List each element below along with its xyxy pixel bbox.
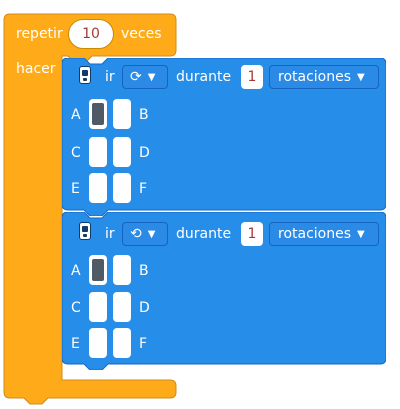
unit-label: rotaciones — [278, 69, 352, 85]
verb-label: ir — [105, 69, 115, 85]
port-c-toggle[interactable] — [89, 137, 107, 167]
port-a-toggle[interactable] — [89, 99, 107, 129]
port-f-toggle[interactable] — [113, 328, 131, 358]
port-e-toggle[interactable] — [89, 328, 107, 358]
amount-input[interactable]: 1 — [241, 65, 263, 89]
hub-icon — [79, 222, 91, 240]
unit-dropdown[interactable]: rotaciones ▼ — [269, 65, 379, 89]
motor-run-block-2[interactable]: ir ⟲ ▼ durante 1 rotaciones ▼ A B C D E … — [62, 212, 386, 370]
direction-dropdown[interactable]: ⟳ ▼ — [122, 65, 168, 89]
port-label-b: B — [139, 107, 149, 123]
port-c-toggle[interactable] — [89, 292, 107, 322]
port-f-toggle[interactable] — [113, 173, 131, 203]
port-label-c: C — [71, 145, 81, 161]
times-label: veces — [121, 26, 162, 42]
repeat-label: repetir — [16, 26, 63, 42]
chevron-down-icon: ▼ — [357, 228, 365, 240]
port-b-toggle[interactable] — [113, 99, 131, 129]
clockwise-icon: ⟳ — [130, 69, 142, 85]
port-b-toggle[interactable] — [113, 255, 131, 285]
port-label-e: E — [71, 181, 80, 197]
counterclockwise-icon: ⟲ — [130, 226, 142, 242]
port-label-d: D — [139, 300, 150, 316]
port-label-d: D — [139, 145, 150, 161]
port-e-toggle[interactable] — [89, 173, 107, 203]
chevron-down-icon: ▼ — [357, 71, 365, 83]
direction-dropdown[interactable]: ⟲ ▼ — [122, 222, 168, 246]
port-label-a: A — [71, 107, 81, 123]
unit-label: rotaciones — [278, 226, 352, 242]
port-label-f: F — [139, 181, 148, 197]
port-label-a: A — [71, 263, 81, 279]
port-d-toggle[interactable] — [113, 292, 131, 322]
port-a-toggle[interactable] — [89, 255, 107, 285]
motor-run-block-1[interactable]: ir ⟳ ▼ durante 1 rotaciones ▼ A B C D E … — [62, 58, 386, 216]
unit-dropdown[interactable]: rotaciones ▼ — [269, 222, 379, 246]
port-label-e: E — [71, 336, 80, 352]
port-d-toggle[interactable] — [113, 137, 131, 167]
verb-label: ir — [105, 226, 115, 242]
do-label: hacer — [16, 61, 56, 77]
repeat-count-input[interactable]: 10 — [68, 19, 114, 49]
during-label: durante — [176, 226, 232, 242]
during-label: durante — [176, 69, 232, 85]
chevron-down-icon: ▼ — [147, 228, 156, 240]
port-label-c: C — [71, 300, 81, 316]
port-label-f: F — [139, 336, 148, 352]
amount-input[interactable]: 1 — [241, 222, 263, 246]
chevron-down-icon: ▼ — [147, 71, 156, 83]
hub-icon — [79, 66, 91, 84]
port-label-b: B — [139, 263, 149, 279]
